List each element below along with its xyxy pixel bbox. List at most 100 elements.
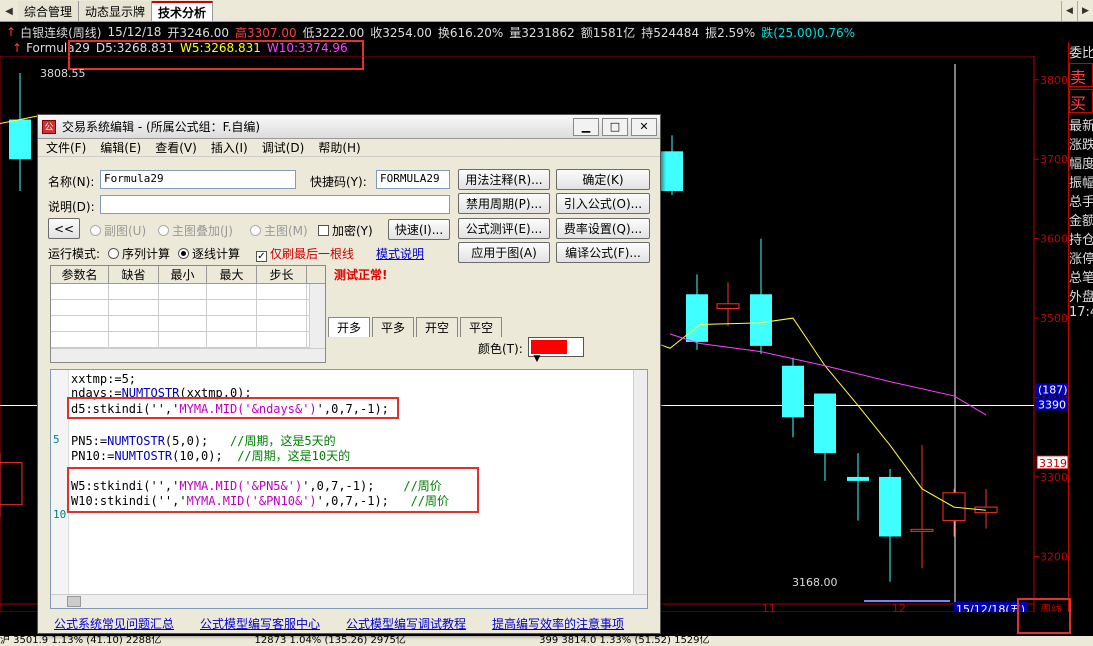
- tab-技术分析[interactable]: 技术分析: [152, 1, 214, 21]
- subtab-close-short[interactable]: 平空: [460, 317, 503, 337]
- radio-sub-chart[interactable]: 副图(U): [90, 222, 146, 239]
- encrypt-label: 加密(Y): [332, 224, 373, 238]
- fee-settings-button[interactable]: 费率设置(Q)...: [556, 218, 650, 239]
- shortcut-label: 快捷码(Y):: [310, 175, 367, 189]
- usage-notes-button[interactable]: 用法注释(R)...: [458, 169, 550, 190]
- param-col-min: 最小: [159, 266, 207, 283]
- radio-main-chart-circle[interactable]: [250, 225, 261, 236]
- rp-item-7: 总手: [1069, 195, 1093, 210]
- radio-bar-circle[interactable]: [178, 248, 189, 259]
- run-mode-label: 运行模式:: [48, 247, 101, 261]
- candle-body: [0, 462, 23, 506]
- shortcut-input[interactable]: FORMULA29: [376, 170, 450, 189]
- quick-button[interactable]: 快速(I)...: [388, 219, 450, 240]
- radio-main-overlay[interactable]: 主图叠加(J): [158, 222, 233, 239]
- param-row[interactable]: [51, 284, 325, 300]
- price-badge: 3390: [1038, 398, 1066, 411]
- editor-scrollbar-v[interactable]: [633, 370, 647, 596]
- radio-sequence-circle[interactable]: [108, 248, 119, 259]
- footer-link-support[interactable]: 公式模型编写客服中心: [200, 615, 320, 632]
- tab-scroll-right-icon[interactable]: ▶: [1077, 1, 1093, 21]
- encrypt-check-box[interactable]: [318, 225, 329, 236]
- tab-scroll-left-icon[interactable]: ◀: [0, 1, 18, 21]
- low-price-label: 3168.00: [792, 576, 838, 589]
- dialog-window-buttons: ▁ □ ✕: [573, 117, 660, 136]
- footer-links: 公式系统常见问题汇总 公式模型编写客服中心 公式模型编写调试教程 提高编写效率的…: [54, 615, 650, 632]
- compile-formula-button[interactable]: 编译公式(F)...: [556, 242, 650, 263]
- encrypt-checkbox[interactable]: 加密(Y): [318, 222, 373, 239]
- rp-buy[interactable]: 买: [1069, 89, 1093, 113]
- radio-bar-label: 逐线计算: [192, 247, 241, 261]
- params-scrollbar-h[interactable]: [51, 348, 325, 362]
- rp-item-8: 金额: [1069, 214, 1093, 229]
- radio-sequence-mode[interactable]: 序列计算: [108, 245, 170, 262]
- refresh-last-label: 仅刷最后一根线: [270, 247, 355, 261]
- param-row[interactable]: [51, 332, 325, 348]
- dropdown-arrow-icon[interactable]: ▼: [531, 354, 543, 364]
- menu-view[interactable]: 查看(V): [155, 139, 197, 156]
- menu-file[interactable]: 文件(F): [46, 139, 86, 156]
- dialog-title: 交易系统编辑 - (所属公式组：F.自编): [62, 120, 261, 134]
- color-picker[interactable]: ▼: [528, 337, 584, 364]
- param-row[interactable]: [51, 316, 325, 332]
- close-icon[interactable]: ✕: [631, 117, 657, 136]
- footer-link-faq[interactable]: 公式系统常见问题汇总: [54, 615, 174, 632]
- rp-sell[interactable]: 卖: [1069, 63, 1093, 87]
- tab-动态显示牌[interactable]: 动态显示牌: [79, 1, 153, 21]
- dialog-titlebar[interactable]: 公 交易系统编辑 - (所属公式组：F.自编) ▁ □ ✕: [38, 115, 660, 139]
- code-l5d: //周期，这是10天的: [237, 449, 351, 463]
- params-scrollbar-v[interactable]: [309, 284, 325, 348]
- date-badge: 15/12/18(五): [956, 603, 1025, 612]
- quote-position: 持524484: [641, 25, 700, 40]
- menu-debug[interactable]: 调试(D): [262, 139, 305, 156]
- apply-to-chart-button[interactable]: 应用于图(A): [458, 242, 550, 263]
- subtab-open-long[interactable]: 开多: [328, 317, 371, 337]
- menu-help[interactable]: 帮助(H): [318, 139, 360, 156]
- import-formula-button[interactable]: 引入公式(O)...: [556, 193, 650, 214]
- radio-bar-mode[interactable]: 逐线计算: [178, 245, 240, 262]
- subtab-open-short[interactable]: 开空: [416, 317, 459, 337]
- status-item-0: 沪 3501.9 1.13% (41.10) 2288亿: [0, 636, 162, 646]
- y-tick-label: 3500: [1040, 312, 1068, 325]
- tab-scroll-left-icon-right[interactable]: ◀: [1061, 1, 1077, 21]
- param-col-step: 步长: [257, 266, 307, 283]
- maximize-icon[interactable]: □: [602, 117, 628, 136]
- desc-input[interactable]: [100, 195, 450, 214]
- subtab-close-long[interactable]: 平多: [372, 317, 415, 337]
- disable-period-button[interactable]: 禁用周期(P)...: [458, 193, 550, 214]
- refresh-last-check-box[interactable]: [256, 251, 267, 262]
- code-l4b: NUMTOSTR: [107, 434, 165, 448]
- editor-scroll-thumb[interactable]: [67, 596, 81, 607]
- candle-body: [910, 528, 934, 532]
- desc-label: 说明(D):: [48, 200, 95, 214]
- refresh-last-checkbox[interactable]: 仅刷最后一根线: [256, 245, 354, 262]
- footer-link-efficiency[interactable]: 提高编写效率的注意事项: [492, 615, 624, 632]
- rp-item-13: 17:4: [1069, 305, 1093, 320]
- menu-insert[interactable]: 插入(I): [211, 139, 248, 156]
- formula-test-button[interactable]: 公式测评(E)...: [458, 218, 550, 239]
- radio-sub-chart-label: 副图(U): [104, 224, 147, 238]
- quote-high: 高3307.00: [234, 25, 297, 40]
- code-l4a: PN5:=: [71, 434, 108, 448]
- radio-sub-chart-circle[interactable]: [90, 225, 101, 236]
- dialog-menubar: 文件(F) 编辑(E) 查看(V) 插入(I) 调试(D) 帮助(H): [38, 139, 660, 157]
- name-input[interactable]: Formula29: [100, 170, 296, 189]
- collapse-button[interactable]: <<: [48, 218, 80, 239]
- radio-main-chart[interactable]: 主图(M): [250, 222, 308, 239]
- param-row[interactable]: [51, 300, 325, 316]
- y-tick-label: 3300: [1040, 471, 1068, 484]
- current-badge: (187): [1038, 383, 1068, 396]
- ok-button[interactable]: 确定(K): [556, 169, 650, 190]
- quote-date: 15/12/18: [107, 25, 162, 39]
- radio-main-overlay-circle[interactable]: [158, 225, 169, 236]
- radio-sequence-label: 序列计算: [122, 247, 171, 261]
- minimize-icon[interactable]: ▁: [573, 117, 599, 136]
- tab-综合管理[interactable]: 综合管理: [18, 1, 80, 21]
- candle-body: [847, 476, 869, 481]
- mode-help-link[interactable]: 模式说明: [376, 245, 424, 262]
- editor-scrollbar-h[interactable]: [51, 594, 647, 608]
- footer-link-tutorial[interactable]: 公式模型编写调试教程: [346, 615, 466, 632]
- menu-edit[interactable]: 编辑(E): [100, 139, 141, 156]
- last-badge: 3319: [1039, 457, 1067, 470]
- quote-period: (周线): [68, 25, 102, 40]
